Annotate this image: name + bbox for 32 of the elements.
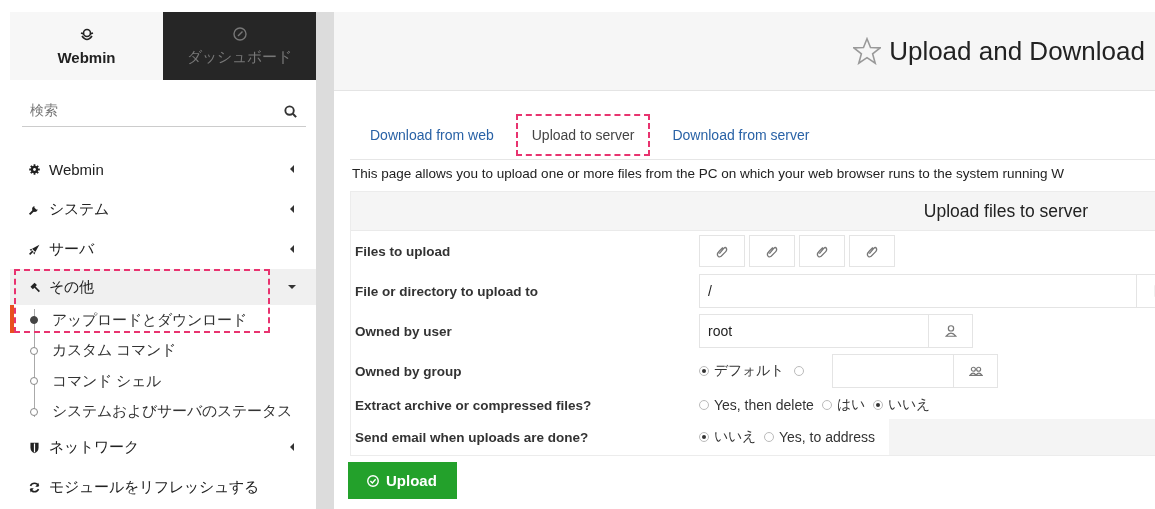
tab[interactable]: Download from web (354, 114, 510, 156)
field-label: File or directory to upload to (354, 283, 539, 299)
menu-item[interactable]: ネットワーク (10, 427, 316, 467)
text-field[interactable]: / (699, 274, 1137, 308)
menu-item[interactable]: サーバ (10, 229, 316, 269)
field-label: Extract archive or compressed files? (354, 397, 593, 413)
page-title: Upload and Download (889, 35, 1145, 67)
radio-option[interactable]: いいえ (699, 428, 760, 446)
radio-option[interactable]: いいえ (872, 396, 934, 414)
field-label: Files to upload (354, 243, 452, 259)
field-label: Send email when uploads are done? (354, 429, 590, 445)
menu-item[interactable]: システム (10, 189, 316, 229)
radio-option[interactable]: デフォルト (699, 362, 788, 380)
field-label: Owned by user (354, 323, 453, 339)
submenu-item[interactable]: システムおよびサーバのステータス (28, 396, 316, 427)
submenu-item[interactable]: アップロードとダウンロード (28, 305, 316, 336)
radio-option[interactable]: Yes, then delete (699, 397, 818, 413)
tab[interactable]: Upload to server (515, 114, 651, 156)
submenu-item[interactable]: コマンド シェル (28, 366, 316, 397)
tab[interactable]: Download from server (656, 114, 826, 156)
menu-item[interactable]: モジュールをリフレッシュする (10, 467, 316, 507)
radio-option[interactable]: Yes, to address (764, 429, 879, 445)
form-title: Upload files to server (351, 192, 1155, 231)
sidebar-tab[interactable]: Webmin (10, 12, 163, 80)
menu-item[interactable]: Webmin (10, 149, 316, 189)
field-label: Owned by group (354, 363, 463, 379)
radio-option[interactable]: はい (821, 396, 869, 414)
submenu-item[interactable]: カスタム コマンド (28, 335, 316, 366)
menu-item[interactable]: その他 (10, 269, 316, 305)
search-field[interactable]: 検索 (22, 96, 306, 127)
page-description: This page allows you to upload one or more files from the PC on which your web browser runs to the system running W (352, 166, 1066, 181)
text-field[interactable]: root (699, 314, 929, 348)
